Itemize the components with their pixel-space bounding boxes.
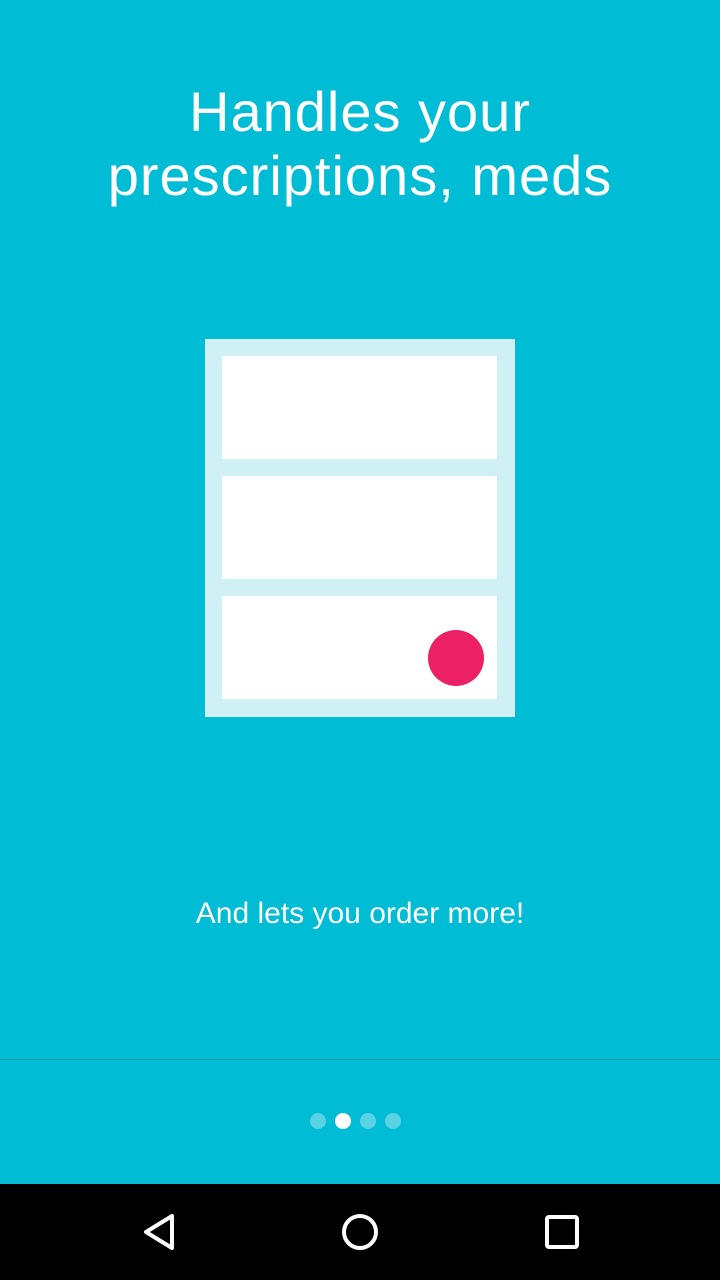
recents-button[interactable] [538,1208,586,1256]
back-button[interactable] [136,1208,184,1256]
divider [0,1059,720,1060]
page-dot-3[interactable] [360,1113,376,1129]
order-dot-icon [428,630,484,686]
illustration-card [222,356,497,459]
system-navigation-bar [0,1184,720,1280]
onboarding-headline: Handles your prescriptions, meds [60,80,660,208]
page-indicator [310,1113,401,1129]
illustration-card [222,476,497,579]
back-triangle-icon [144,1214,174,1250]
headline-line-1: Handles your [189,80,531,143]
home-circle-icon [342,1214,378,1250]
page-dot-1[interactable] [310,1113,326,1129]
headline-line-2: prescriptions, meds [107,144,613,207]
recents-square-icon [545,1215,579,1249]
onboarding-subtitle: And lets you order more! [195,897,525,930]
page-dot-4[interactable] [385,1113,401,1129]
illustration-card [222,596,497,699]
prescriptions-illustration [205,339,515,717]
page-dot-2-active[interactable] [335,1113,351,1129]
onboarding-screen[interactable]: Handles your prescriptions, meds And let… [0,0,720,1280]
home-button[interactable] [336,1208,384,1256]
